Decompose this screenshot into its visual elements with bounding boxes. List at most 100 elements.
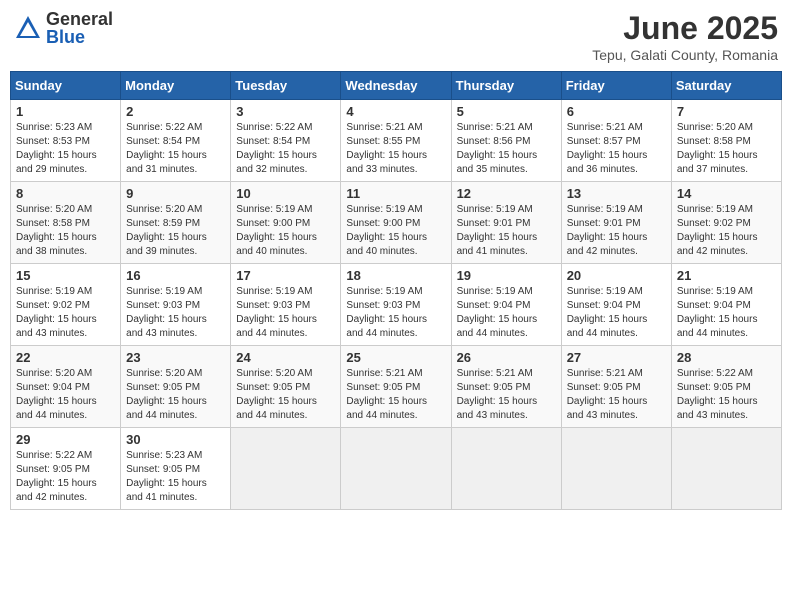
day-cell-20: 20 Sunrise: 5:19 AMSunset: 9:04 PMDaylig… bbox=[561, 264, 671, 346]
day-cell-9: 9 Sunrise: 5:20 AMSunset: 8:59 PMDayligh… bbox=[121, 182, 231, 264]
day-cell-7: 7 Sunrise: 5:20 AMSunset: 8:58 PMDayligh… bbox=[671, 100, 781, 182]
day-number: 13 bbox=[567, 186, 666, 201]
day-info: Sunrise: 5:20 AMSunset: 8:58 PMDaylight:… bbox=[16, 204, 97, 257]
logo-general-text: General bbox=[46, 10, 113, 28]
day-cell-19: 19 Sunrise: 5:19 AMSunset: 9:04 PMDaylig… bbox=[451, 264, 561, 346]
logo-icon bbox=[14, 14, 42, 42]
day-info: Sunrise: 5:22 AMSunset: 9:05 PMDaylight:… bbox=[677, 368, 758, 421]
day-number: 26 bbox=[457, 350, 556, 365]
day-info: Sunrise: 5:21 AMSunset: 8:57 PMDaylight:… bbox=[567, 122, 648, 175]
day-cell-30: 30 Sunrise: 5:23 AMSunset: 9:05 PMDaylig… bbox=[121, 428, 231, 510]
day-number: 12 bbox=[457, 186, 556, 201]
header-friday: Friday bbox=[561, 72, 671, 100]
day-info: Sunrise: 5:19 AMSunset: 9:01 PMDaylight:… bbox=[567, 204, 648, 257]
day-number: 15 bbox=[16, 268, 115, 283]
logo-text: General Blue bbox=[46, 10, 113, 46]
day-info: Sunrise: 5:20 AMSunset: 9:05 PMDaylight:… bbox=[236, 368, 317, 421]
day-number: 2 bbox=[126, 104, 225, 119]
day-number: 18 bbox=[346, 268, 445, 283]
day-cell-1: 1 Sunrise: 5:23 AMSunset: 8:53 PMDayligh… bbox=[11, 100, 121, 182]
header-monday: Monday bbox=[121, 72, 231, 100]
day-cell-29: 29 Sunrise: 5:22 AMSunset: 9:05 PMDaylig… bbox=[11, 428, 121, 510]
empty-cell bbox=[231, 428, 341, 510]
day-number: 5 bbox=[457, 104, 556, 119]
day-cell-17: 17 Sunrise: 5:19 AMSunset: 9:03 PMDaylig… bbox=[231, 264, 341, 346]
header-tuesday: Tuesday bbox=[231, 72, 341, 100]
calendar-title: June 2025 bbox=[592, 10, 778, 47]
day-info: Sunrise: 5:21 AMSunset: 8:56 PMDaylight:… bbox=[457, 122, 538, 175]
header-sunday: Sunday bbox=[11, 72, 121, 100]
day-cell-2: 2 Sunrise: 5:22 AMSunset: 8:54 PMDayligh… bbox=[121, 100, 231, 182]
day-info: Sunrise: 5:19 AMSunset: 9:00 PMDaylight:… bbox=[236, 204, 317, 257]
day-info: Sunrise: 5:22 AMSunset: 9:05 PMDaylight:… bbox=[16, 450, 97, 503]
day-info: Sunrise: 5:19 AMSunset: 9:04 PMDaylight:… bbox=[677, 286, 758, 339]
day-number: 30 bbox=[126, 432, 225, 447]
day-number: 10 bbox=[236, 186, 335, 201]
day-number: 4 bbox=[346, 104, 445, 119]
day-cell-28: 28 Sunrise: 5:22 AMSunset: 9:05 PMDaylig… bbox=[671, 346, 781, 428]
day-cell-10: 10 Sunrise: 5:19 AMSunset: 9:00 PMDaylig… bbox=[231, 182, 341, 264]
day-info: Sunrise: 5:23 AMSunset: 9:05 PMDaylight:… bbox=[126, 450, 207, 503]
day-info: Sunrise: 5:21 AMSunset: 9:05 PMDaylight:… bbox=[457, 368, 538, 421]
day-cell-5: 5 Sunrise: 5:21 AMSunset: 8:56 PMDayligh… bbox=[451, 100, 561, 182]
day-info: Sunrise: 5:19 AMSunset: 9:00 PMDaylight:… bbox=[346, 204, 427, 257]
day-info: Sunrise: 5:19 AMSunset: 9:02 PMDaylight:… bbox=[16, 286, 97, 339]
day-number: 28 bbox=[677, 350, 776, 365]
day-cell-25: 25 Sunrise: 5:21 AMSunset: 9:05 PMDaylig… bbox=[341, 346, 451, 428]
empty-cell bbox=[671, 428, 781, 510]
header-row: Sunday Monday Tuesday Wednesday Thursday… bbox=[11, 72, 782, 100]
day-cell-23: 23 Sunrise: 5:20 AMSunset: 9:05 PMDaylig… bbox=[121, 346, 231, 428]
day-info: Sunrise: 5:22 AMSunset: 8:54 PMDaylight:… bbox=[126, 122, 207, 175]
day-info: Sunrise: 5:19 AMSunset: 9:04 PMDaylight:… bbox=[457, 286, 538, 339]
day-info: Sunrise: 5:21 AMSunset: 9:05 PMDaylight:… bbox=[346, 368, 427, 421]
day-cell-26: 26 Sunrise: 5:21 AMSunset: 9:05 PMDaylig… bbox=[451, 346, 561, 428]
day-number: 29 bbox=[16, 432, 115, 447]
day-number: 8 bbox=[16, 186, 115, 201]
week-row-1: 1 Sunrise: 5:23 AMSunset: 8:53 PMDayligh… bbox=[11, 100, 782, 182]
day-cell-11: 11 Sunrise: 5:19 AMSunset: 9:00 PMDaylig… bbox=[341, 182, 451, 264]
day-info: Sunrise: 5:21 AMSunset: 9:05 PMDaylight:… bbox=[567, 368, 648, 421]
header-saturday: Saturday bbox=[671, 72, 781, 100]
day-info: Sunrise: 5:19 AMSunset: 9:02 PMDaylight:… bbox=[677, 204, 758, 257]
day-number: 17 bbox=[236, 268, 335, 283]
day-number: 3 bbox=[236, 104, 335, 119]
day-number: 9 bbox=[126, 186, 225, 201]
header-thursday: Thursday bbox=[451, 72, 561, 100]
day-cell-4: 4 Sunrise: 5:21 AMSunset: 8:55 PMDayligh… bbox=[341, 100, 451, 182]
day-info: Sunrise: 5:23 AMSunset: 8:53 PMDaylight:… bbox=[16, 122, 97, 175]
day-number: 19 bbox=[457, 268, 556, 283]
day-info: Sunrise: 5:19 AMSunset: 9:04 PMDaylight:… bbox=[567, 286, 648, 339]
calendar-subtitle: Tepu, Galati County, Romania bbox=[592, 47, 778, 63]
week-row-4: 22 Sunrise: 5:20 AMSunset: 9:04 PMDaylig… bbox=[11, 346, 782, 428]
empty-cell bbox=[561, 428, 671, 510]
week-row-3: 15 Sunrise: 5:19 AMSunset: 9:02 PMDaylig… bbox=[11, 264, 782, 346]
day-cell-18: 18 Sunrise: 5:19 AMSunset: 9:03 PMDaylig… bbox=[341, 264, 451, 346]
day-cell-16: 16 Sunrise: 5:19 AMSunset: 9:03 PMDaylig… bbox=[121, 264, 231, 346]
day-info: Sunrise: 5:19 AMSunset: 9:03 PMDaylight:… bbox=[126, 286, 207, 339]
day-info: Sunrise: 5:19 AMSunset: 9:03 PMDaylight:… bbox=[236, 286, 317, 339]
week-row-5: 29 Sunrise: 5:22 AMSunset: 9:05 PMDaylig… bbox=[11, 428, 782, 510]
day-number: 1 bbox=[16, 104, 115, 119]
day-number: 7 bbox=[677, 104, 776, 119]
day-info: Sunrise: 5:20 AMSunset: 8:58 PMDaylight:… bbox=[677, 122, 758, 175]
empty-cell bbox=[341, 428, 451, 510]
day-cell-14: 14 Sunrise: 5:19 AMSunset: 9:02 PMDaylig… bbox=[671, 182, 781, 264]
day-number: 25 bbox=[346, 350, 445, 365]
day-cell-6: 6 Sunrise: 5:21 AMSunset: 8:57 PMDayligh… bbox=[561, 100, 671, 182]
logo-blue-text: Blue bbox=[46, 28, 113, 46]
day-number: 16 bbox=[126, 268, 225, 283]
day-cell-27: 27 Sunrise: 5:21 AMSunset: 9:05 PMDaylig… bbox=[561, 346, 671, 428]
day-info: Sunrise: 5:19 AMSunset: 9:01 PMDaylight:… bbox=[457, 204, 538, 257]
page-header: General Blue June 2025 Tepu, Galati Coun… bbox=[10, 10, 782, 63]
day-number: 6 bbox=[567, 104, 666, 119]
day-number: 14 bbox=[677, 186, 776, 201]
empty-cell bbox=[451, 428, 561, 510]
day-cell-12: 12 Sunrise: 5:19 AMSunset: 9:01 PMDaylig… bbox=[451, 182, 561, 264]
day-number: 23 bbox=[126, 350, 225, 365]
header-wednesday: Wednesday bbox=[341, 72, 451, 100]
title-section: June 2025 Tepu, Galati County, Romania bbox=[592, 10, 778, 63]
day-cell-24: 24 Sunrise: 5:20 AMSunset: 9:05 PMDaylig… bbox=[231, 346, 341, 428]
day-number: 20 bbox=[567, 268, 666, 283]
week-row-2: 8 Sunrise: 5:20 AMSunset: 8:58 PMDayligh… bbox=[11, 182, 782, 264]
day-info: Sunrise: 5:20 AMSunset: 9:04 PMDaylight:… bbox=[16, 368, 97, 421]
